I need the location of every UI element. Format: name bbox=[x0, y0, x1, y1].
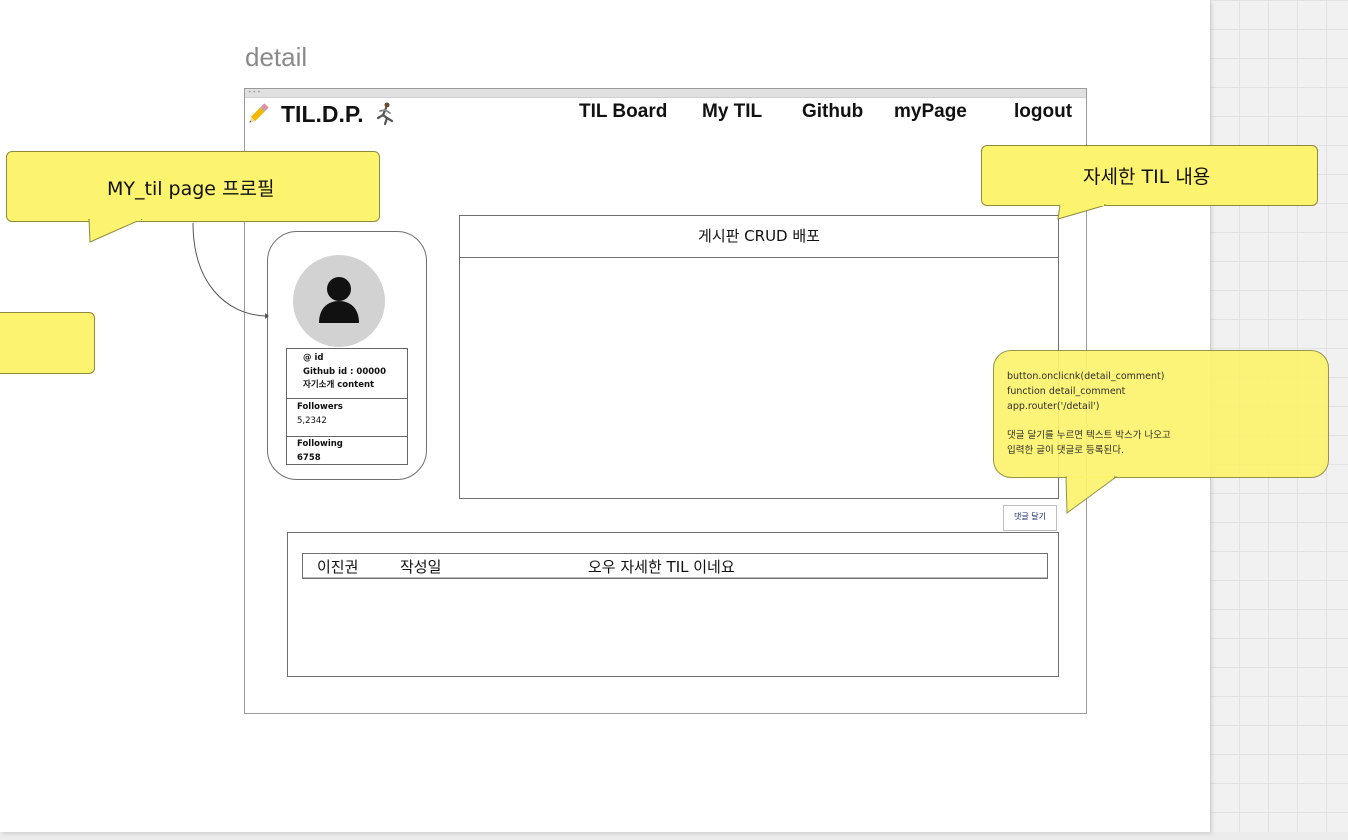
profile-info-box: @ id Github id : 00000 자기소개 content Foll… bbox=[286, 348, 408, 465]
canvas-bottom-strip bbox=[0, 832, 1348, 840]
following-label: Following bbox=[297, 439, 343, 449]
comment-button[interactable]: 댓글 달기 bbox=[1003, 505, 1057, 531]
following-section[interactable]: Following 6758 bbox=[287, 436, 407, 464]
profile-handle: @ id bbox=[303, 353, 324, 363]
connector-arrow bbox=[192, 222, 269, 319]
post-title: 게시판 CRUD 배포 bbox=[460, 216, 1058, 258]
post-detail-box: 게시판 CRUD 배포 bbox=[459, 215, 1059, 499]
following-value: 6758 bbox=[297, 452, 321, 463]
logo-text: TIL.D.P. bbox=[281, 100, 364, 127]
code-line: button.onclicnk(detail_comment) bbox=[1007, 371, 1165, 382]
runner-icon bbox=[376, 102, 393, 126]
comment-text: 오우 자세한 TIL 이네요 bbox=[588, 558, 735, 576]
code-note-text: button.onclicnk(detail_comment) function… bbox=[1007, 370, 1171, 459]
avatar bbox=[293, 255, 385, 347]
comment-author: 이진권 bbox=[317, 558, 359, 576]
profile-bio: 자기소개 content bbox=[303, 380, 375, 390]
frame-dots-icon: ••• bbox=[248, 89, 262, 96]
detail-note-text: 자세한 TIL 내용 bbox=[1083, 166, 1211, 188]
profile-note-text: MY_til page 프로필 bbox=[107, 178, 275, 200]
sticky-tail-detail bbox=[1057, 204, 1107, 220]
nav-github[interactable]: Github bbox=[802, 101, 863, 123]
followers-section[interactable]: Followers 5,2342 bbox=[287, 398, 407, 437]
sticky-tail-code bbox=[1065, 476, 1118, 514]
sticky-tail-profile bbox=[88, 219, 143, 243]
nav-logout[interactable]: logout bbox=[1014, 101, 1072, 123]
user-icon bbox=[319, 277, 359, 323]
sticky-note-detail[interactable]: 자세한 TIL 내용 bbox=[981, 145, 1318, 206]
followers-value: 5,2342 bbox=[297, 415, 327, 426]
code-line: 댓글 달기를 누르면 텍스트 박스가 나오고 bbox=[1007, 430, 1171, 442]
profile-card: @ id Github id : 00000 자기소개 content Foll… bbox=[267, 231, 427, 480]
comment-date-label: 작성일 bbox=[400, 558, 442, 576]
code-line: 입력한 글이 댓글로 등록된다. bbox=[1007, 444, 1124, 456]
pencil-icon bbox=[249, 103, 269, 123]
frame-label: detail bbox=[245, 42, 308, 72]
nav-mypage[interactable]: myPage bbox=[894, 101, 967, 123]
site-logo[interactable]: TIL.D.P. bbox=[245, 99, 396, 129]
sticky-note-code[interactable]: button.onclicnk(detail_comment) function… bbox=[993, 350, 1329, 478]
comment-area: 이진권 작성일 오우 자세한 TIL 이네요 bbox=[287, 532, 1059, 677]
nav-til-board[interactable]: TIL Board bbox=[579, 101, 667, 123]
comment-row: 이진권 작성일 오우 자세한 TIL 이네요 bbox=[302, 553, 1048, 579]
profile-github-id: Github id : 00000 bbox=[303, 366, 386, 377]
sticky-note-left[interactable] bbox=[0, 312, 95, 374]
code-line: app.router('/detail') bbox=[1007, 400, 1100, 412]
frame-title-bar: ••• bbox=[245, 89, 1086, 98]
code-line: function detail_comment bbox=[1007, 385, 1126, 397]
nav-my-til[interactable]: My TIL bbox=[702, 101, 762, 123]
whiteboard: detail ••• TIL.D.P. TIL Board My TIL Git… bbox=[0, 0, 1329, 832]
sticky-note-profile[interactable]: MY_til page 프로필 bbox=[6, 151, 380, 222]
followers-label: Followers bbox=[297, 402, 343, 412]
